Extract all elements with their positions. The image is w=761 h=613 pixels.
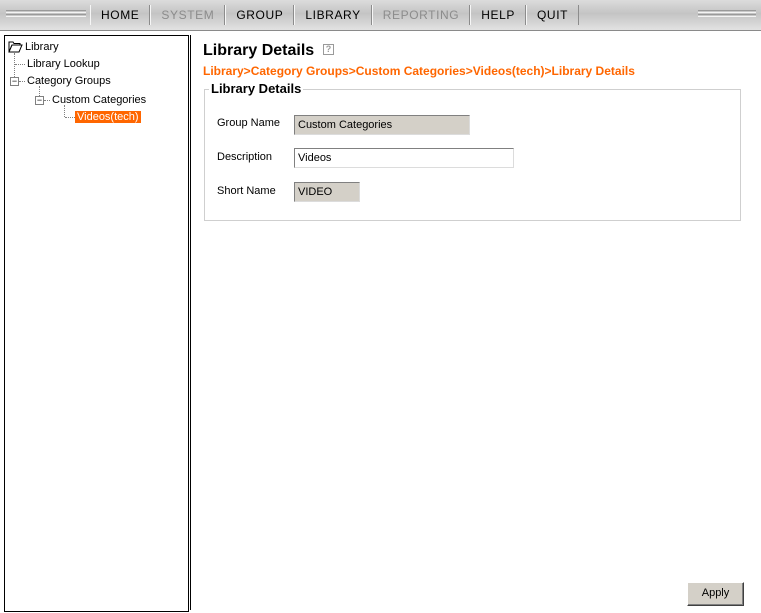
short-name-label: Short Name (217, 185, 276, 197)
short-name-field: VIDEO (294, 182, 360, 202)
apply-button[interactable]: Apply (687, 582, 744, 606)
tree-connector (64, 105, 65, 117)
open-folder-icon (8, 41, 23, 53)
breadcrumb: Library>Category Groups>Custom Categorie… (203, 64, 635, 78)
tree-item-videos-tech[interactable]: Videos(tech) (75, 109, 141, 125)
menubar-decoration-right (698, 10, 756, 18)
group-name-field: Custom Categories (294, 115, 470, 135)
content-panel: Library Details ? Library>Category Group… (190, 35, 760, 610)
menu-quit[interactable]: QUIT (526, 5, 580, 25)
tree-item-label: Videos(tech) (75, 111, 141, 123)
page-title: Library Details (203, 42, 315, 59)
main-menu: HOME SYSTEM GROUP LIBRARY REPORTING HELP… (90, 5, 580, 25)
tree-connector (65, 117, 75, 118)
tree-connector (15, 64, 25, 65)
tree-item-library-lookup[interactable]: Library Lookup (25, 56, 102, 72)
menu-library[interactable]: LIBRARY (294, 5, 372, 25)
menu-help[interactable]: HELP (470, 5, 526, 25)
tree-item-label: Library Lookup (27, 58, 100, 70)
collapse-toggle-icon[interactable]: − (10, 77, 19, 86)
menu-system: SYSTEM (150, 5, 226, 25)
tree-navigation-panel: Library Library Lookup − Category Groups… (4, 35, 189, 612)
group-name-label: Group Name (217, 117, 280, 129)
description-label: Description (217, 151, 273, 163)
collapse-toggle-icon[interactable]: − (35, 96, 44, 105)
tree-item-label: Library (25, 41, 59, 53)
library-details-fieldset: Library Details Group Name Custom Catego… (204, 81, 741, 221)
tree-item-library[interactable]: Library (23, 39, 61, 55)
menu-group[interactable]: GROUP (225, 5, 295, 25)
menu-home[interactable]: HOME (90, 5, 151, 25)
menu-reporting: REPORTING (371, 5, 471, 25)
top-menu-bar: HOME SYSTEM GROUP LIBRARY REPORTING HELP… (0, 0, 761, 31)
help-icon[interactable]: ? (323, 44, 334, 55)
fieldset-legend: Library Details (209, 81, 304, 96)
description-field[interactable]: Videos (294, 148, 514, 168)
menubar-decoration-left (6, 10, 86, 18)
